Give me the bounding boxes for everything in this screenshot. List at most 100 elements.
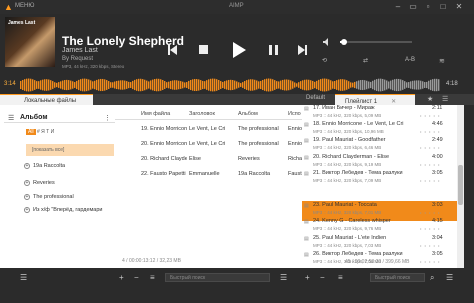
wave-bar <box>388 81 390 89</box>
show-all-item[interactable]: [показать все] <box>26 144 114 156</box>
sort-icon[interactable]: ≡ <box>150 274 155 282</box>
expand-icon[interactable]: + <box>24 163 30 169</box>
playlist-menu-icon[interactable]: ☰ <box>442 95 448 103</box>
equalizer-icon[interactable]: ≋ <box>439 57 445 65</box>
playlist-scrollbar[interactable] <box>457 105 464 268</box>
wave-bar <box>432 79 434 91</box>
stop-icon[interactable] <box>199 45 208 54</box>
alpha-letters[interactable]: # Я Т И <box>37 129 54 135</box>
rating-stars[interactable]: • • • • • <box>420 210 440 215</box>
repeat-icon[interactable]: ⟲ <box>322 57 327 64</box>
pause-icon[interactable] <box>269 45 278 55</box>
library-menu-icon[interactable]: ☰ <box>8 114 14 122</box>
playlist-item-title[interactable]: 23. Paul Mauriat - Toccata <box>313 202 418 208</box>
aimp-logo-icon[interactable]: ▲ <box>4 2 14 12</box>
col-artist[interactable]: Испо <box>288 111 301 117</box>
playlist-item-title[interactable]: 25. Paul Mauriat - L'ete Indien <box>313 235 418 241</box>
playlist-item-duration: 3:23 <box>432 186 443 192</box>
rating-stars[interactable]: • • • • • <box>420 129 440 134</box>
wave-bar <box>26 78 28 92</box>
expand-icon[interactable]: + <box>24 180 30 186</box>
rating-stars[interactable]: • • • • • <box>420 145 440 150</box>
library-group-title[interactable]: Альбом <box>20 114 48 121</box>
tab-playlist1[interactable]: Плейлист 1 ✕ <box>335 94 415 105</box>
wave-bar <box>118 80 120 90</box>
table-cell: The professional <box>238 126 279 132</box>
minimize-icon[interactable]: – <box>392 2 404 12</box>
wave-bar <box>40 80 42 90</box>
expand-icon[interactable]: + <box>24 194 30 200</box>
expand-icon[interactable]: + <box>24 207 30 213</box>
playlist-item-title[interactable]: 17. Иван Бичер - Мираж <box>313 105 418 111</box>
library-group-item[interactable]: 19a Raccolta <box>33 163 65 169</box>
alpha-all[interactable]: All <box>26 129 36 135</box>
close-icon[interactable]: ✕ <box>453 2 465 12</box>
rating-stars[interactable]: • • • • • <box>420 178 440 183</box>
col-title[interactable]: Заголовок <box>189 111 215 117</box>
wave-bar <box>68 80 70 90</box>
alpha-filter[interactable]: All # Я Т И <box>26 129 54 135</box>
playlist-menu-icon-bottom[interactable]: ☰ <box>280 274 287 282</box>
volume-icon[interactable] <box>322 37 332 47</box>
library-group-item[interactable]: Reveries <box>33 180 55 186</box>
wave-bar <box>330 80 332 90</box>
playlist-item-title[interactable]: 24. Kenny G - Careless whisper <box>313 218 418 224</box>
add-track-icon[interactable]: + <box>305 274 310 282</box>
shuffle-icon[interactable]: ⇄ <box>363 57 368 64</box>
rating-stars[interactable]: • • • • • <box>420 243 440 248</box>
play-icon[interactable] <box>233 42 246 58</box>
wave-bar <box>356 81 358 89</box>
remove-track-icon[interactable]: − <box>320 274 325 282</box>
wave-bar <box>100 78 102 92</box>
ab-repeat-button[interactable]: A-B <box>405 57 415 63</box>
library-settings-icon[interactable]: ☰ <box>20 274 27 282</box>
wave-bar <box>362 79 364 91</box>
wave-bar <box>312 80 314 90</box>
rating-stars[interactable]: • • • • • <box>420 259 440 264</box>
previous-icon[interactable] <box>168 45 177 55</box>
maximize-icon[interactable]: □ <box>437 2 449 12</box>
rating-stars[interactable]: • • • • • <box>420 226 440 231</box>
tab-default[interactable]: Default <box>306 95 325 101</box>
playlist-item-title[interactable]: 19. Paul Mauriat - Goodfather <box>313 137 418 143</box>
search-icon[interactable]: ⌕ <box>430 274 434 282</box>
playlist-item-title[interactable]: 26. Виктор Лебедев - Тема разлуки <box>313 251 418 257</box>
wave-bar <box>180 81 182 89</box>
wave-bar <box>198 79 200 91</box>
wave-bar <box>202 80 204 90</box>
restore-icon[interactable]: ▭ <box>407 2 419 12</box>
volume-knob[interactable] <box>341 39 347 45</box>
volume-track[interactable] <box>340 41 412 43</box>
playlist-item-title[interactable]: 18. Ennio Morricone - Le Vent, Le Cri <box>313 121 418 127</box>
next-icon[interactable] <box>298 45 307 55</box>
playlist-status: 45 / 00:02:53:30 / 399,66 MB <box>345 259 410 265</box>
playlist-item-title[interactable]: 22. Fausto Papetti - Emmanuelle <box>313 186 418 192</box>
rating-stars[interactable]: • • • • • <box>420 162 440 167</box>
wave-bar <box>316 80 318 90</box>
rating-stars[interactable]: • • • • • <box>420 194 440 199</box>
add-icon[interactable]: + <box>119 274 124 282</box>
col-filename[interactable]: Имя файла <box>141 111 170 117</box>
search-input-library[interactable]: Быстрый поиск <box>165 273 270 282</box>
library-group-item[interactable]: Из х/ф "Вперёд, гардемари <box>33 207 103 213</box>
wave-bar <box>344 79 346 91</box>
search-input-playlist[interactable]: Быстрый поиск <box>370 273 425 282</box>
playlist-item-title[interactable]: 21. Виктор Лебедев - Тема разлуки <box>313 170 418 176</box>
rating-stars[interactable]: • • • • • <box>420 113 440 118</box>
favorite-icon[interactable]: ★ <box>427 95 433 103</box>
playlist-item-info: MP3 :: 44 kHz, 320 kbps, 7,09 MB <box>313 177 382 183</box>
col-album[interactable]: Альбом <box>238 111 258 117</box>
wave-bar <box>314 81 316 89</box>
minimize-to-tray-icon[interactable]: ▫ <box>422 2 434 12</box>
options-icon[interactable]: ☰ <box>446 274 453 282</box>
library-more-icon[interactable]: ⋮ <box>104 114 111 122</box>
main-menu-button[interactable]: МЕНЮ <box>15 3 34 9</box>
wave-bar <box>220 81 222 89</box>
tab-local-files[interactable]: Локальные файлы <box>0 94 93 105</box>
wave-bar <box>116 80 118 90</box>
sort-playlist-icon[interactable]: ≡ <box>338 274 343 282</box>
library-group-item[interactable]: The professional <box>33 194 74 200</box>
waveform-seekbar[interactable] <box>0 76 474 94</box>
remove-icon[interactable]: − <box>134 274 139 282</box>
playlist-item-title[interactable]: 20. Richard Clayderman - Elise <box>313 154 418 160</box>
